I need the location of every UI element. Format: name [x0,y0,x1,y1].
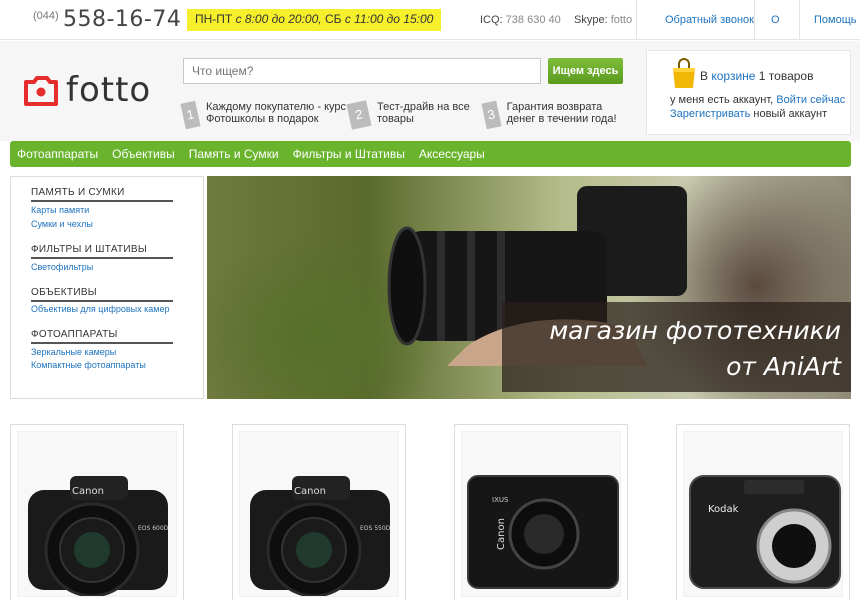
top-links: Обратный звонок О нас Помощь [636,0,857,66]
nav-lenses[interactable]: Объективы [105,141,182,167]
sidebar-heading[interactable]: ПАМЯТЬ И СУМКИ [31,187,173,202]
phone-number: 558-16-74 [63,7,182,32]
hours-days-weekday: ПН-ПТ [195,12,233,26]
category-sidebar: ПАМЯТЬ И СУМКИ Карты памяти Сумки и чехл… [10,176,204,399]
product-brand: Canon [294,486,326,497]
product-photo[interactable]: Canon EOS 600D [17,431,177,597]
search-button[interactable]: Ищем здесь [548,58,623,84]
sidebar-link[interactable]: Объективы для цифровых камер [31,304,170,314]
nav-accessories[interactable]: Аксессуары [412,141,492,167]
cart-suffix: товаров [768,69,814,83]
product-model: EOS 600D [138,525,169,532]
logo-text[interactable]: fotto [66,70,151,110]
product-photo[interactable]: Canon IXUS [461,431,621,597]
sidebar-link[interactable]: Карты памяти [31,205,89,215]
sidebar-link[interactable]: Компактные фотоаппараты [31,360,146,370]
hours-time-saturday: с 11:00 до 15:00 [341,12,434,26]
banner-line-2: от AniArt [726,352,841,381]
product-model: EOS 550D [360,525,391,532]
sidebar-link[interactable]: Светофильтры [31,262,93,272]
account-text: у меня есть аккаунт, [670,94,777,106]
sidebar-heading[interactable]: ОБЪЕКТИВЫ [31,287,173,302]
login-link[interactable]: Войти сейчас [776,94,845,106]
promo-item: 2 Тест-драйв на все товары [346,100,479,130]
dslr-camera-icon: Canon EOS 600D [28,476,169,596]
product-card[interactable]: Kodak [676,424,850,600]
cart-summary: В корзине 1 товаров [700,69,813,83]
icq-contact: ICQ: 738 630 40 [480,14,561,26]
nav-filters-tripods[interactable]: Фильтры и Штативы [286,141,412,167]
compact-camera-icon: Canon IXUS [467,475,619,589]
cart-link[interactable]: корзине [711,69,755,83]
cart-prefix: В [700,69,712,83]
account-line: у меня есть аккаунт, Войти сейчас [670,94,845,106]
skype-label: Skype: [574,14,611,26]
product-photo[interactable]: Kodak [683,431,843,597]
sidebar-heading[interactable]: ФИЛЬТРЫ И ШТАТИВЫ [31,244,173,259]
skype-contact: Skype: fotto [574,14,632,26]
hero-banner[interactable]: магазин фототехники от AniArt [207,176,851,399]
product-brand: Kodak [708,504,739,515]
nav-cameras[interactable]: Фотоаппараты [10,141,105,167]
nav-memory-bags[interactable]: Память и Сумки [182,141,286,167]
product-model: IXUS [492,496,509,504]
banner-line-1: магазин фототехники [549,316,841,345]
promo-text: Гарантия возврата денег в течении года! [506,101,617,125]
promo-item: 1 Каждому покупателю - курс Фотошколы в … [180,100,353,130]
search-input[interactable] [183,58,541,84]
sidebar-link[interactable]: Зеркальные камеры [31,347,116,357]
top-bar: (044) 558-16-74 ПН-ПТ с 8:00 до 20:00, С… [0,0,860,66]
product-card[interactable]: Canon EOS 600D [10,424,184,600]
register-suffix: новый аккаунт [750,108,828,120]
sidebar-link[interactable]: Сумки и чехлы [31,219,93,229]
dslr-camera-icon: Canon EOS 550D [250,476,391,596]
icq-value: 738 630 40 [505,14,561,26]
callback-link[interactable]: Обратный звонок [636,0,754,40]
working-hours: ПН-ПТ с 8:00 до 20:00, СБ с 11:00 до 15:… [187,9,442,31]
product-brand: Canon [72,486,104,497]
promo-number: 2 [346,100,372,130]
shopping-bag-icon[interactable] [671,58,697,90]
help-link[interactable]: Помощь [799,0,857,40]
promo-text: Тест-драйв на все товары [377,101,470,125]
phone-code: (044) [33,10,59,22]
compact-camera-icon: Kodak [689,475,841,589]
product-photo[interactable]: Canon EOS 550D [239,431,399,597]
cart-count: 1 [755,69,769,83]
main-nav: Фотоаппараты Объективы Память и Сумки Фи… [10,141,851,167]
register-link[interactable]: Зарегистривать [670,108,750,120]
product-brand: Canon [496,518,507,550]
hours-days-saturday: СБ [324,12,342,26]
promo-item: 3 Гарантия возврата денег в течении года… [481,100,624,130]
about-link[interactable]: О нас [754,0,799,66]
promo-text: Каждому покупателю - курс Фотошколы в по… [205,101,346,125]
icq-label: ICQ: [480,14,506,26]
sidebar-heading[interactable]: ФОТОАППАРАТЫ [31,329,173,344]
product-card[interactable]: Canon IXUS [454,424,628,600]
promo-number: 3 [481,100,502,130]
skype-value: fotto [610,14,633,26]
promo-number: 1 [180,100,201,130]
register-line: Зарегистривать новый аккаунт [670,108,827,120]
hours-time-weekday: с 8:00 до 20:00, [232,12,325,26]
product-card[interactable]: Canon EOS 550D [232,424,406,600]
